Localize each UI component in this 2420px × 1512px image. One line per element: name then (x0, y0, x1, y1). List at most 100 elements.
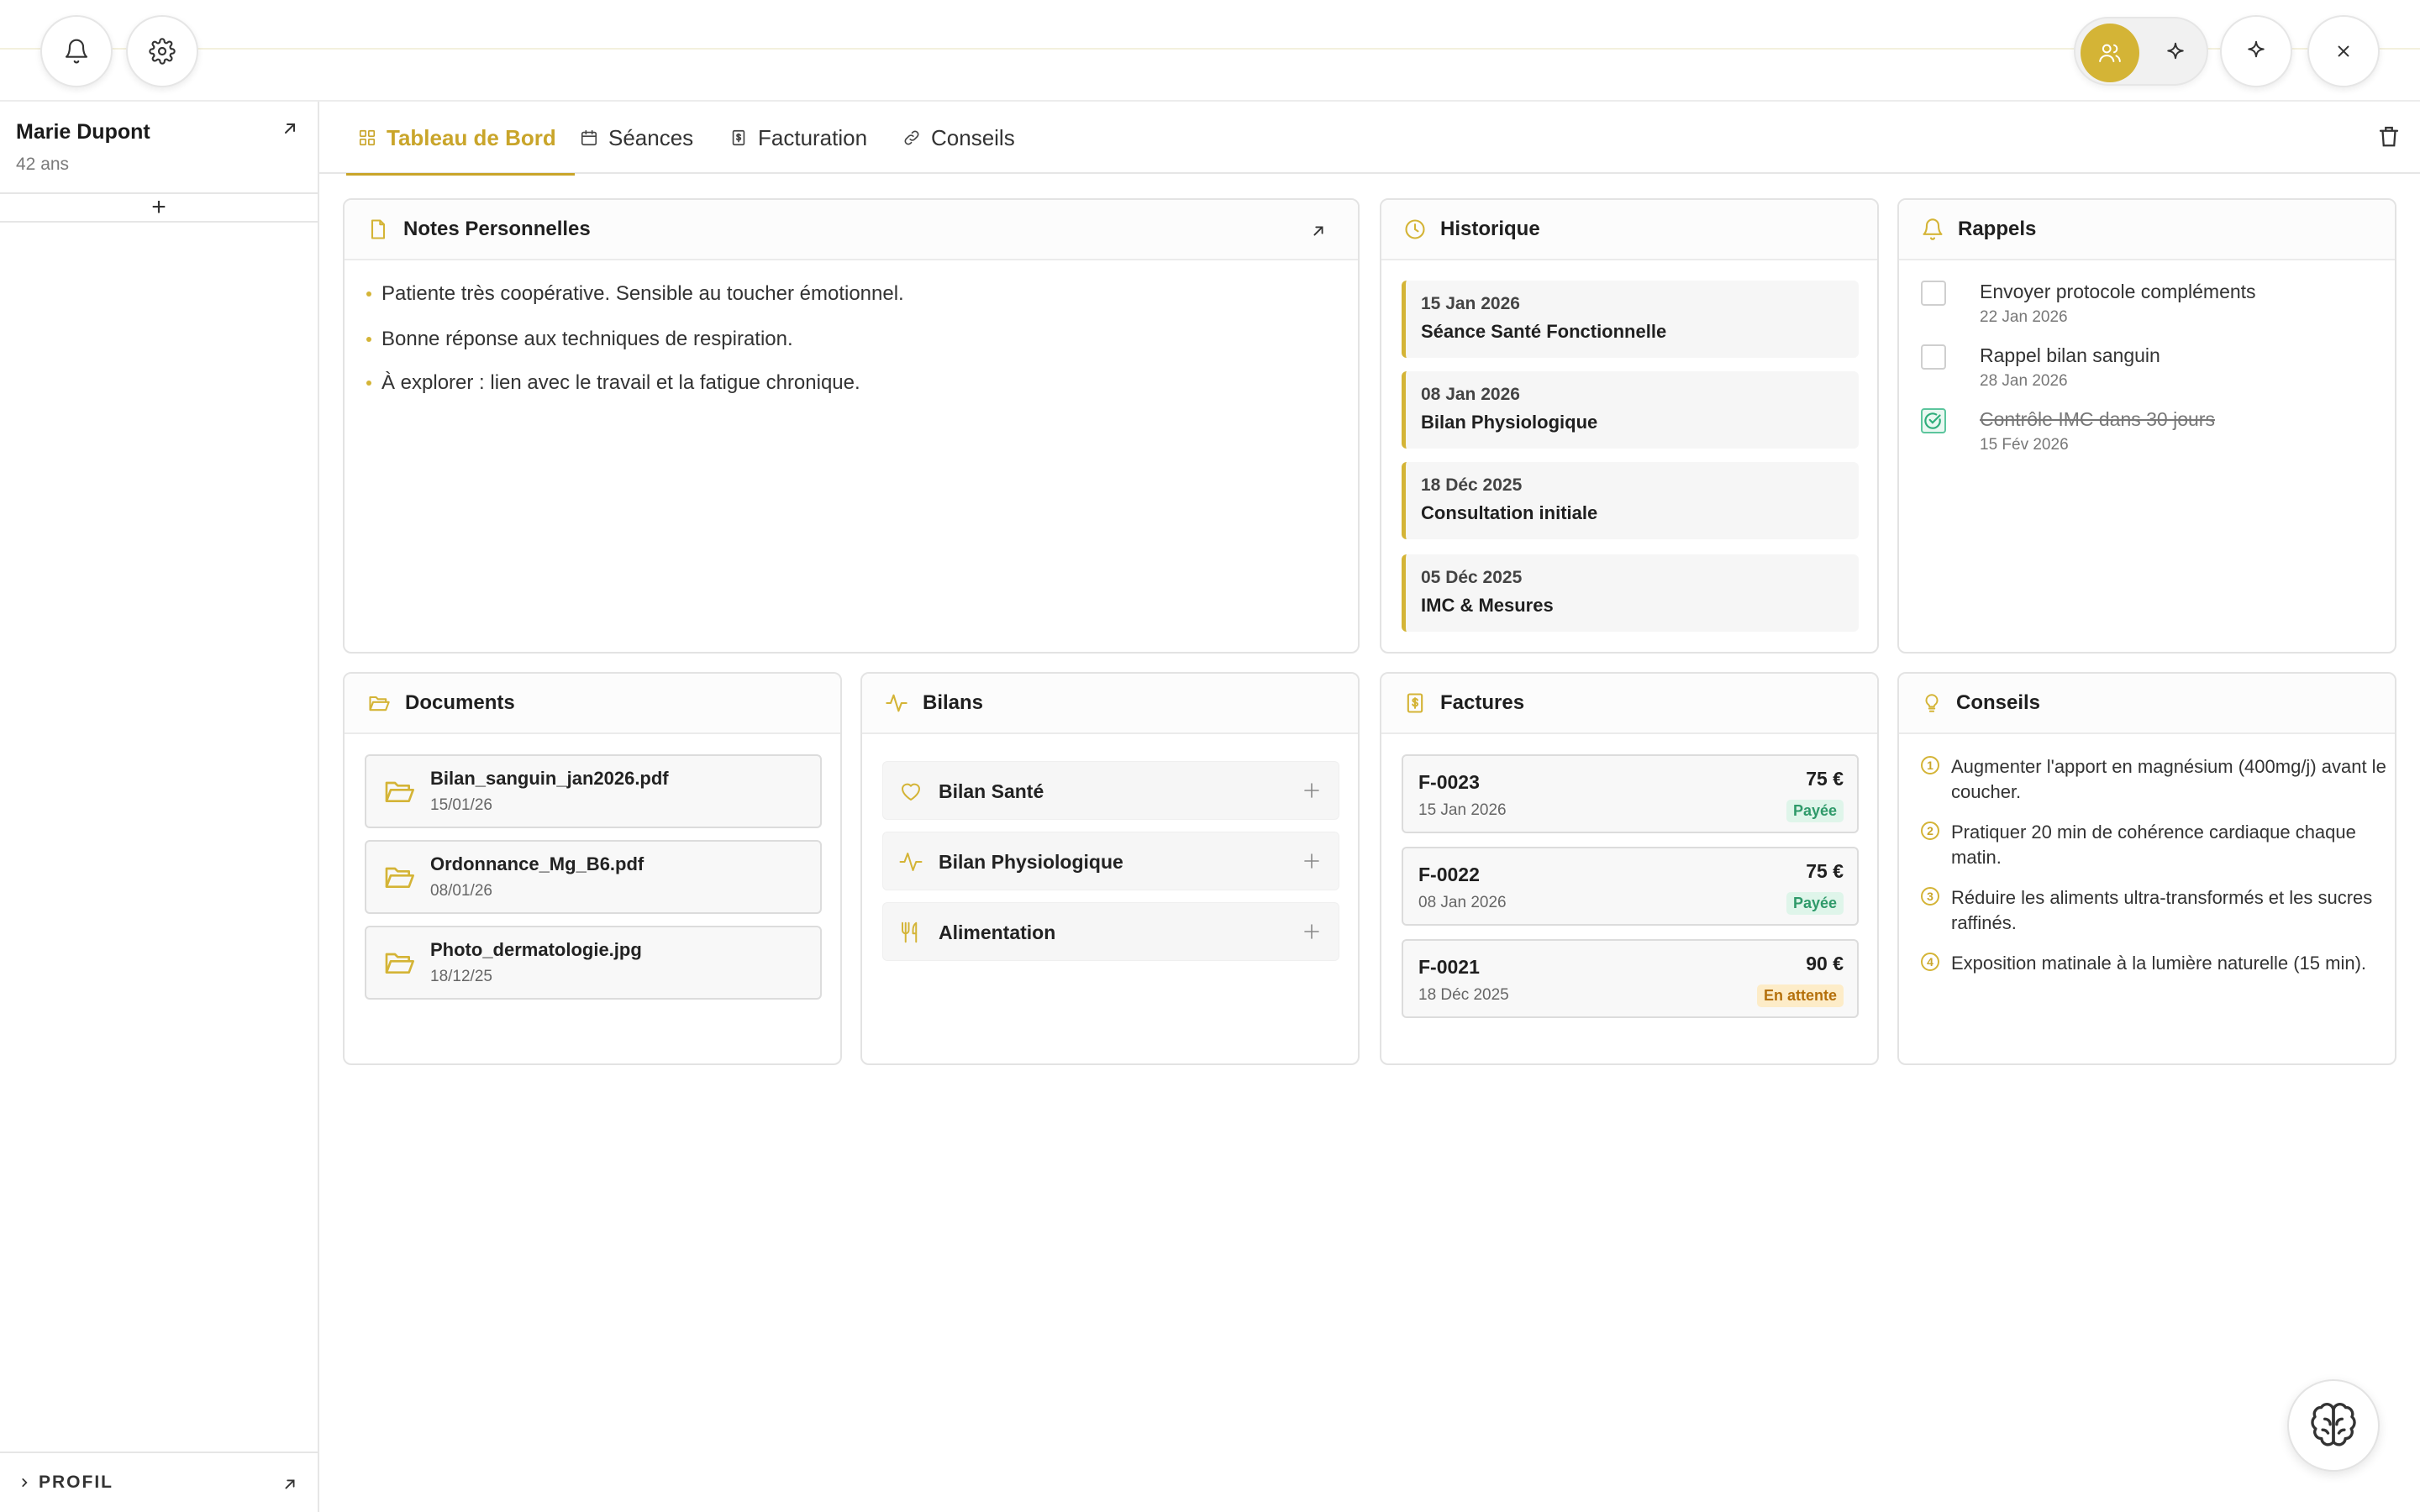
document-item[interactable]: Ordonnance_Mg_B6.pdf 08/01/26 (365, 840, 822, 914)
status-badge: Payée (1786, 892, 1844, 915)
card-header: Bilans (862, 674, 1358, 734)
reminder-checkbox[interactable] (1921, 344, 1946, 370)
calendar-icon (580, 129, 598, 147)
assessment-item[interactable]: Bilan Physiologique (882, 832, 1339, 890)
expand-arrow-icon[interactable] (1309, 222, 1328, 240)
note-text: À explorer : lien avec le travail et la … (381, 371, 860, 394)
card-title: Conseils (1956, 691, 2041, 714)
patient-age: 42 ans (16, 155, 70, 174)
history-item[interactable]: 15 Jan 2026 Séance Santé Fonctionnelle (1402, 281, 1859, 358)
plus-icon[interactable] (1302, 921, 1322, 942)
invoices-card: Factures F-0023 15 Jan 2026 75 € Payée F… (1380, 672, 1879, 1065)
history-item[interactable]: 18 Déc 2025 Consultation initiale (1402, 462, 1859, 539)
assessments-card: Bilans Bilan Santé Bilan Physiologique A… (860, 672, 1360, 1065)
invoice-date: 15 Jan 2026 (1418, 801, 1507, 819)
reminder-checkbox-checked[interactable] (1921, 408, 1946, 433)
status-badge: Payée (1786, 800, 1844, 822)
expand-arrow-icon[interactable] (280, 118, 300, 139)
close-button[interactable] (2307, 15, 2380, 87)
plus-icon[interactable] (1302, 780, 1322, 801)
document-name: Photo_dermatologie.jpg (430, 939, 642, 960)
status-badge: En attente (1756, 984, 1844, 1007)
expand-arrow-icon[interactable] (281, 1475, 299, 1494)
card-header: Conseils (1899, 674, 2395, 734)
ai-assistant-button[interactable] (2287, 1379, 2380, 1472)
document-item[interactable]: Photo_dermatologie.jpg 18/12/25 (365, 926, 822, 1000)
top-bar (0, 0, 2420, 102)
top-divider (0, 48, 2420, 50)
invoice-item[interactable]: F-0022 08 Jan 2026 75 € Payée (1402, 847, 1859, 926)
notifications-button[interactable] (40, 15, 113, 87)
reminder-text: Rappel bilan sanguin (1980, 344, 2160, 366)
card-header: Factures (1381, 674, 1877, 734)
assessment-item[interactable]: Alimentation (882, 902, 1339, 961)
reminders-card: Rappels Envoyer protocole compléments 22… (1897, 198, 2396, 654)
note-item: Bonne réponse aux techniques de respirat… (366, 328, 793, 351)
note-item: À explorer : lien avec le travail et la … (366, 371, 860, 395)
tab-bar: Tableau de Bord Séances Facturation Cons… (319, 102, 2420, 176)
tab-dashboard[interactable]: Tableau de Bord (346, 102, 575, 176)
patient-name: Marie Dupont (16, 120, 150, 144)
advice-text: Réduire les aliments ultra-transformés e… (1951, 887, 2373, 933)
number-badge: 4 (1921, 953, 1939, 971)
profile-section-toggle[interactable]: PROFIL (0, 1452, 318, 1512)
bell-icon (1921, 218, 1944, 241)
tab-label: Séances (608, 124, 694, 150)
tab-billing[interactable]: Facturation (729, 102, 867, 174)
document-item[interactable]: Bilan_sanguin_jan2026.pdf 15/01/26 (365, 754, 822, 828)
tab-label: Tableau de Bord (387, 124, 556, 150)
invoice-icon (1403, 690, 1427, 716)
number-badge: 3 (1921, 887, 1939, 906)
card-title: Factures (1440, 691, 1525, 714)
history-item[interactable]: 05 Déc 2025 IMC & Mesures (1402, 554, 1859, 632)
trash-icon[interactable] (2376, 123, 2402, 149)
card-header: Notes Personnelles (345, 200, 1358, 260)
card-header: Historique (1381, 200, 1877, 260)
invoice-number: F-0021 (1418, 956, 1480, 978)
bullet (366, 381, 371, 386)
reminder-text: Envoyer protocole compléments (1980, 281, 2256, 302)
bell-icon (63, 38, 90, 65)
gear-icon (149, 38, 176, 65)
assistant-view-button[interactable] (2146, 24, 2205, 82)
invoice-date: 08 Jan 2026 (1418, 894, 1507, 911)
document-name: Bilan_sanguin_jan2026.pdf (430, 768, 669, 789)
note-item: Patiente très coopérative. Sensible au t… (366, 282, 904, 306)
invoice-item[interactable]: F-0023 15 Jan 2026 75 € Payée (1402, 754, 1859, 833)
patients-view-button[interactable] (2081, 24, 2139, 82)
number-badge: 2 (1921, 822, 1939, 840)
tab-advice[interactable]: Conseils (902, 102, 1015, 174)
card-header: Rappels (1899, 200, 2395, 260)
assessment-item[interactable]: Bilan Santé (882, 761, 1339, 820)
folder-open-icon (381, 946, 417, 979)
plus-icon[interactable] (1302, 851, 1322, 871)
assessment-label: Bilan Santé (939, 780, 1044, 802)
history-item[interactable]: 08 Jan 2026 Bilan Physiologique (1402, 371, 1859, 449)
link-icon (902, 129, 921, 147)
note-text: Patiente très coopérative. Sensible au t… (381, 282, 904, 305)
tab-label: Facturation (758, 124, 868, 150)
note-text: Bonne réponse aux techniques de respirat… (381, 328, 793, 350)
bullet (366, 337, 371, 342)
ai-button[interactable] (2220, 15, 2292, 87)
reminder-date: 15 Fév 2026 (1980, 436, 2069, 454)
reminder-checkbox[interactable] (1921, 281, 1946, 306)
activity-icon (884, 691, 909, 715)
add-patient-button[interactable]: + (0, 192, 318, 223)
assessment-label: Bilan Physiologique (939, 851, 1123, 873)
invoice-item[interactable]: F-0021 18 Déc 2025 90 € En attente (1402, 939, 1859, 1018)
card-title: Documents (405, 691, 515, 714)
card-title: Notes Personnelles (403, 218, 591, 240)
invoice-number: F-0022 (1418, 864, 1480, 885)
assessment-label: Alimentation (939, 921, 1056, 943)
card-header: Documents (345, 674, 840, 734)
folder-open-icon (366, 691, 392, 715)
history-date: 08 Jan 2026 (1421, 385, 1520, 404)
history-title: Consultation initiale (1421, 502, 1598, 523)
reminder-text: Contrôle IMC dans 30 jours (1980, 408, 2215, 430)
activity-icon (898, 849, 923, 874)
tab-sessions[interactable]: Séances (580, 102, 693, 174)
folder-open-icon (381, 774, 417, 808)
card-title: Historique (1440, 218, 1540, 240)
settings-button[interactable] (126, 15, 198, 87)
